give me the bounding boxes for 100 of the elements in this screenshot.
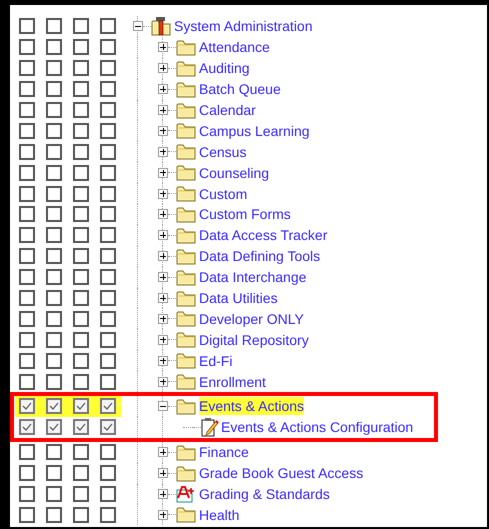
checkbox[interactable]: [19, 206, 35, 222]
checkbox[interactable]: [46, 398, 62, 414]
checkbox[interactable]: [46, 39, 62, 56]
checkbox[interactable]: [73, 486, 89, 502]
expand-toggle[interactable]: [158, 168, 168, 178]
checkbox[interactable]: [19, 486, 35, 502]
checkbox[interactable]: [46, 269, 62, 286]
checkbox[interactable]: [46, 374, 62, 390]
tree-item-label[interactable]: Batch Queue: [199, 80, 281, 98]
checkbox[interactable]: [46, 122, 62, 139]
checkbox[interactable]: [19, 419, 35, 436]
checkbox[interactable]: [73, 206, 89, 222]
tree-item-label[interactable]: Grading & Standards: [199, 485, 330, 504]
tree-item-label[interactable]: Digital Repository: [199, 330, 309, 349]
checkbox[interactable]: [19, 81, 35, 98]
checkbox[interactable]: [46, 102, 62, 118]
checkbox[interactable]: [73, 374, 89, 390]
checkbox[interactable]: [73, 332, 89, 348]
checkbox[interactable]: [19, 290, 35, 306]
checkbox[interactable]: [73, 186, 89, 202]
checkbox[interactable]: [100, 506, 116, 523]
expand-toggle[interactable]: [158, 188, 168, 199]
checkbox[interactable]: [19, 310, 35, 327]
checkbox[interactable]: [46, 206, 62, 222]
tree-item-label[interactable]: Enrollment: [199, 372, 266, 391]
checkbox[interactable]: [46, 186, 62, 202]
checkbox[interactable]: [19, 102, 35, 118]
tree-item-label[interactable]: Finance: [199, 443, 249, 462]
checkbox[interactable]: [19, 465, 35, 482]
checkbox[interactable]: [46, 18, 62, 34]
checkbox[interactable]: [73, 102, 89, 118]
checkbox[interactable]: [100, 60, 116, 76]
expand-toggle[interactable]: [158, 510, 168, 520]
checkbox[interactable]: [73, 290, 89, 306]
checkbox[interactable]: [73, 398, 89, 414]
checkbox[interactable]: [19, 18, 35, 34]
tree-item-label[interactable]: Attendance: [199, 38, 270, 56]
checkbox[interactable]: [100, 290, 116, 306]
tree-item-label[interactable]: Grade Book Guest Access: [199, 464, 364, 482]
tree-item-label[interactable]: Health: [199, 506, 240, 524]
expand-toggle[interactable]: [158, 293, 168, 304]
checkbox[interactable]: [73, 227, 89, 244]
checkbox[interactable]: [46, 352, 62, 369]
checkbox[interactable]: [100, 269, 116, 286]
expand-toggle[interactable]: [158, 376, 168, 387]
tree-item-label[interactable]: Custom Forms: [199, 205, 291, 224]
checkbox[interactable]: [100, 206, 116, 222]
checkbox[interactable]: [19, 164, 35, 181]
checkbox[interactable]: [73, 269, 89, 286]
checkbox[interactable]: [100, 186, 116, 202]
checkbox[interactable]: [100, 465, 116, 482]
checkbox[interactable]: [73, 18, 89, 34]
checkbox[interactable]: [100, 18, 116, 34]
expand-toggle[interactable]: [158, 42, 168, 52]
checkbox[interactable]: [19, 186, 35, 202]
checkbox[interactable]: [73, 39, 89, 56]
checkbox[interactable]: [19, 269, 35, 286]
checkbox[interactable]: [73, 122, 89, 139]
checkbox[interactable]: [73, 164, 89, 181]
tree-item-label[interactable]: Data Utilities: [199, 289, 278, 308]
checkbox[interactable]: [73, 465, 89, 482]
checkbox[interactable]: [100, 122, 116, 139]
checkbox[interactable]: [73, 310, 89, 327]
expand-toggle[interactable]: [158, 84, 168, 94]
checkbox[interactable]: [46, 444, 62, 460]
checkbox[interactable]: [46, 419, 62, 436]
checkbox[interactable]: [19, 506, 35, 523]
checkbox[interactable]: [46, 144, 62, 160]
checkbox[interactable]: [100, 81, 116, 98]
tree-item-label[interactable]: Campus Learning: [199, 122, 310, 140]
checkbox[interactable]: [73, 506, 89, 523]
checkbox[interactable]: [19, 60, 35, 76]
tree-item-label[interactable]: Data Interchange: [199, 268, 306, 286]
checkbox[interactable]: [19, 39, 35, 56]
expand-toggle[interactable]: [158, 468, 168, 478]
checkbox[interactable]: [100, 486, 116, 502]
expand-toggle[interactable]: [158, 447, 168, 458]
checkbox[interactable]: [73, 444, 89, 460]
collapse-toggle[interactable]: [158, 401, 168, 412]
checkbox[interactable]: [46, 81, 62, 98]
expand-toggle[interactable]: [158, 230, 168, 240]
tree-item-label[interactable]: Data Defining Tools: [199, 247, 320, 266]
checkbox[interactable]: [73, 60, 89, 76]
checkbox[interactable]: [19, 374, 35, 390]
checkbox[interactable]: [19, 444, 35, 460]
tree-item-label[interactable]: Events & Actions: [199, 397, 304, 416]
checkbox[interactable]: [100, 310, 116, 327]
checkbox[interactable]: [46, 506, 62, 523]
checkbox[interactable]: [46, 486, 62, 502]
expand-toggle[interactable]: [158, 334, 168, 345]
checkbox[interactable]: [100, 39, 116, 56]
checkbox[interactable]: [100, 419, 116, 436]
tree-item-label[interactable]: Ed-Fi: [199, 352, 232, 370]
checkbox[interactable]: [73, 248, 89, 264]
expand-toggle[interactable]: [158, 63, 168, 74]
checkbox[interactable]: [100, 248, 116, 264]
checkbox[interactable]: [46, 227, 62, 244]
checkbox[interactable]: [73, 144, 89, 160]
expand-toggle[interactable]: [158, 209, 168, 220]
tree-item-label[interactable]: Calendar: [199, 101, 256, 119]
